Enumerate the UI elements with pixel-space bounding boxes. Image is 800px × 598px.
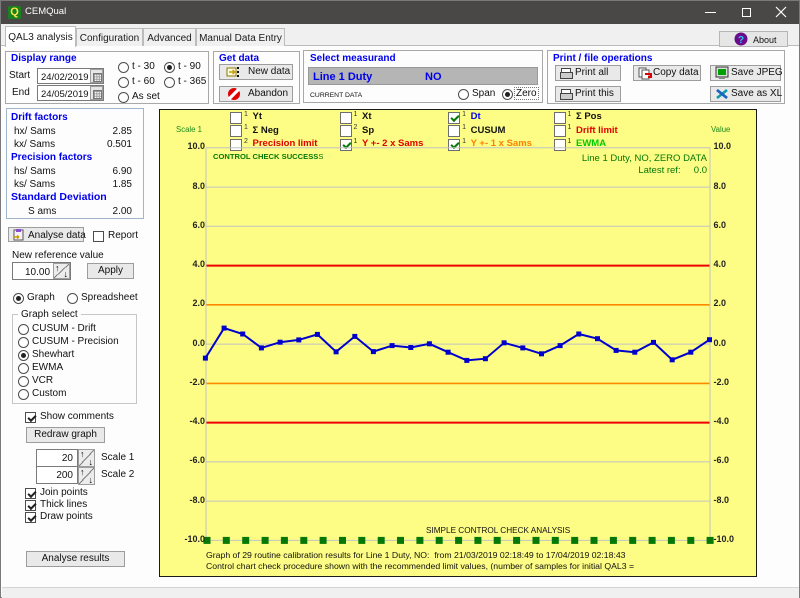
svg-text:?: ? bbox=[738, 35, 744, 46]
